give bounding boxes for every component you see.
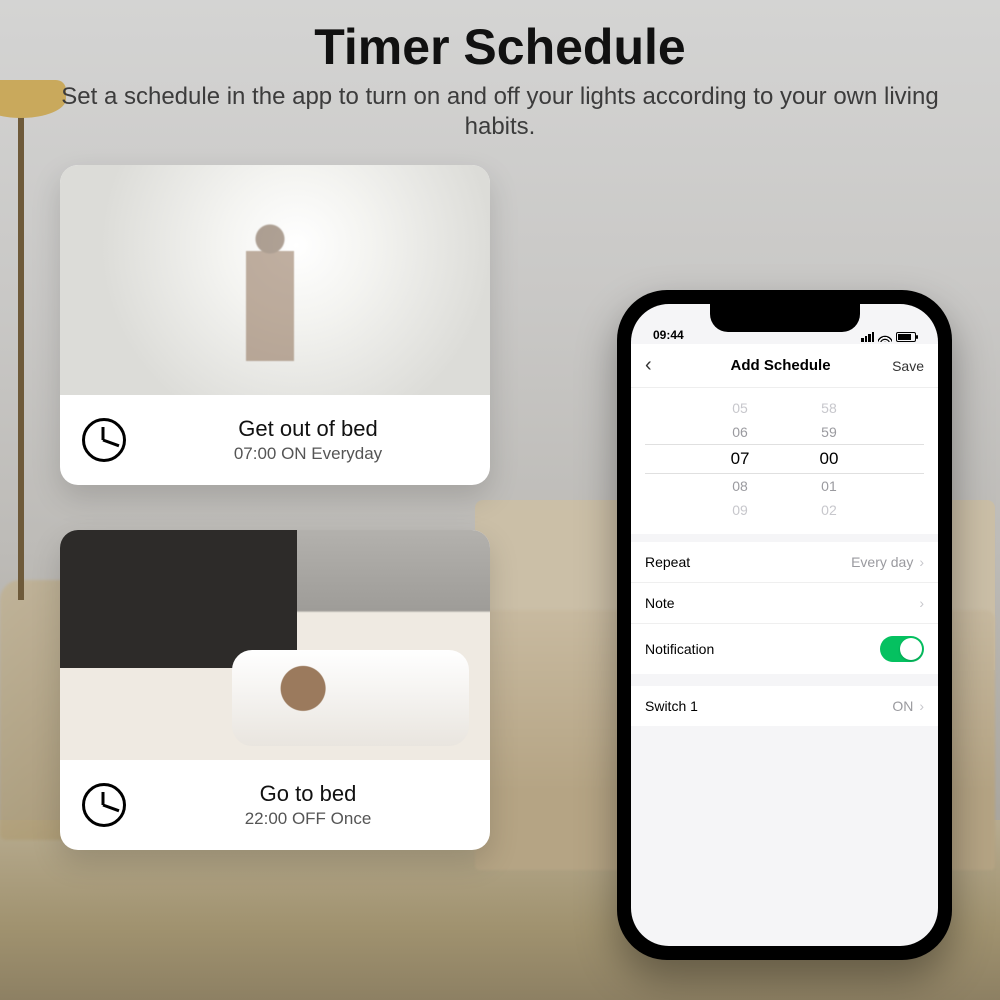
picker-minute-option[interactable]: 59 <box>820 420 839 444</box>
nav-title: Add Schedule <box>731 357 831 374</box>
notification-toggle[interactable] <box>880 636 924 662</box>
picker-hour-option[interactable]: 08 <box>731 474 750 498</box>
scenario-photo-night <box>60 530 490 760</box>
picker-hour-option[interactable]: 07 <box>731 444 750 474</box>
chevron-right-icon: › <box>919 698 924 714</box>
phone-frame: 09:44 ‹ Add Schedule Save 05 06 <box>617 290 952 960</box>
clock-icon <box>82 418 126 462</box>
picker-minutes[interactable]: 58 59 00 01 02 <box>820 396 839 522</box>
marketing-slide: Timer Schedule Set a schedule in the app… <box>0 0 1000 1000</box>
scenario-detail: 22:00 OFF Once <box>148 809 468 829</box>
scenario-photo-morning <box>60 165 490 395</box>
scenario-card-morning: Get out of bed 07:00 ON Everyday <box>60 165 490 485</box>
scenario-detail: 07:00 ON Everyday <box>148 444 468 464</box>
clock-icon <box>82 783 126 827</box>
phone-notch <box>710 304 860 332</box>
row-switch1[interactable]: Switch 1 ON › <box>631 686 938 726</box>
settings-group-1: Repeat Every day › Note › Notification <box>631 542 938 674</box>
hero-subtitle: Set a schedule in the app to turn on and… <box>60 82 940 142</box>
row-notification: Notification <box>631 624 938 674</box>
row-label: Repeat <box>645 554 690 570</box>
row-note[interactable]: Note › <box>631 583 938 624</box>
chevron-right-icon: › <box>919 595 924 611</box>
time-picker[interactable]: 05 06 07 08 09 58 59 00 01 02 <box>631 388 938 534</box>
row-repeat[interactable]: Repeat Every day › <box>631 542 938 583</box>
scenario-title: Go to bed <box>148 781 468 807</box>
chevron-right-icon: › <box>919 554 924 570</box>
scenario-caption: Get out of bed 07:00 ON Everyday <box>60 395 490 485</box>
scenario-caption: Go to bed 22:00 OFF Once <box>60 760 490 850</box>
scenario-title: Get out of bed <box>148 416 468 442</box>
status-time: 09:44 <box>653 328 684 342</box>
picker-hour-option[interactable]: 05 <box>731 396 750 420</box>
phone-screen: 09:44 ‹ Add Schedule Save 05 06 <box>631 304 938 946</box>
row-value: ON <box>892 698 913 714</box>
settings-group-2: Switch 1 ON › <box>631 686 938 726</box>
bg-lamp <box>18 80 24 600</box>
back-button[interactable]: ‹ <box>645 354 669 377</box>
picker-hour-option[interactable]: 09 <box>731 498 750 522</box>
nav-bar: ‹ Add Schedule Save <box>631 344 938 388</box>
picker-hours[interactable]: 05 06 07 08 09 <box>731 396 750 522</box>
save-button[interactable]: Save <box>892 358 924 374</box>
wifi-icon <box>878 332 892 342</box>
row-value: Every day <box>851 554 913 570</box>
battery-icon <box>896 332 916 342</box>
picker-minute-option[interactable]: 58 <box>820 396 839 420</box>
row-label: Note <box>645 595 675 611</box>
signal-icon <box>861 332 874 342</box>
picker-minute-option[interactable]: 02 <box>820 498 839 522</box>
row-label: Switch 1 <box>645 698 698 714</box>
picker-hour-option[interactable]: 06 <box>731 420 750 444</box>
row-label: Notification <box>645 641 714 657</box>
picker-minute-option[interactable]: 01 <box>820 474 839 498</box>
hero-title: Timer Schedule <box>0 18 1000 76</box>
scenario-card-night: Go to bed 22:00 OFF Once <box>60 530 490 850</box>
picker-minute-option[interactable]: 00 <box>820 444 839 474</box>
